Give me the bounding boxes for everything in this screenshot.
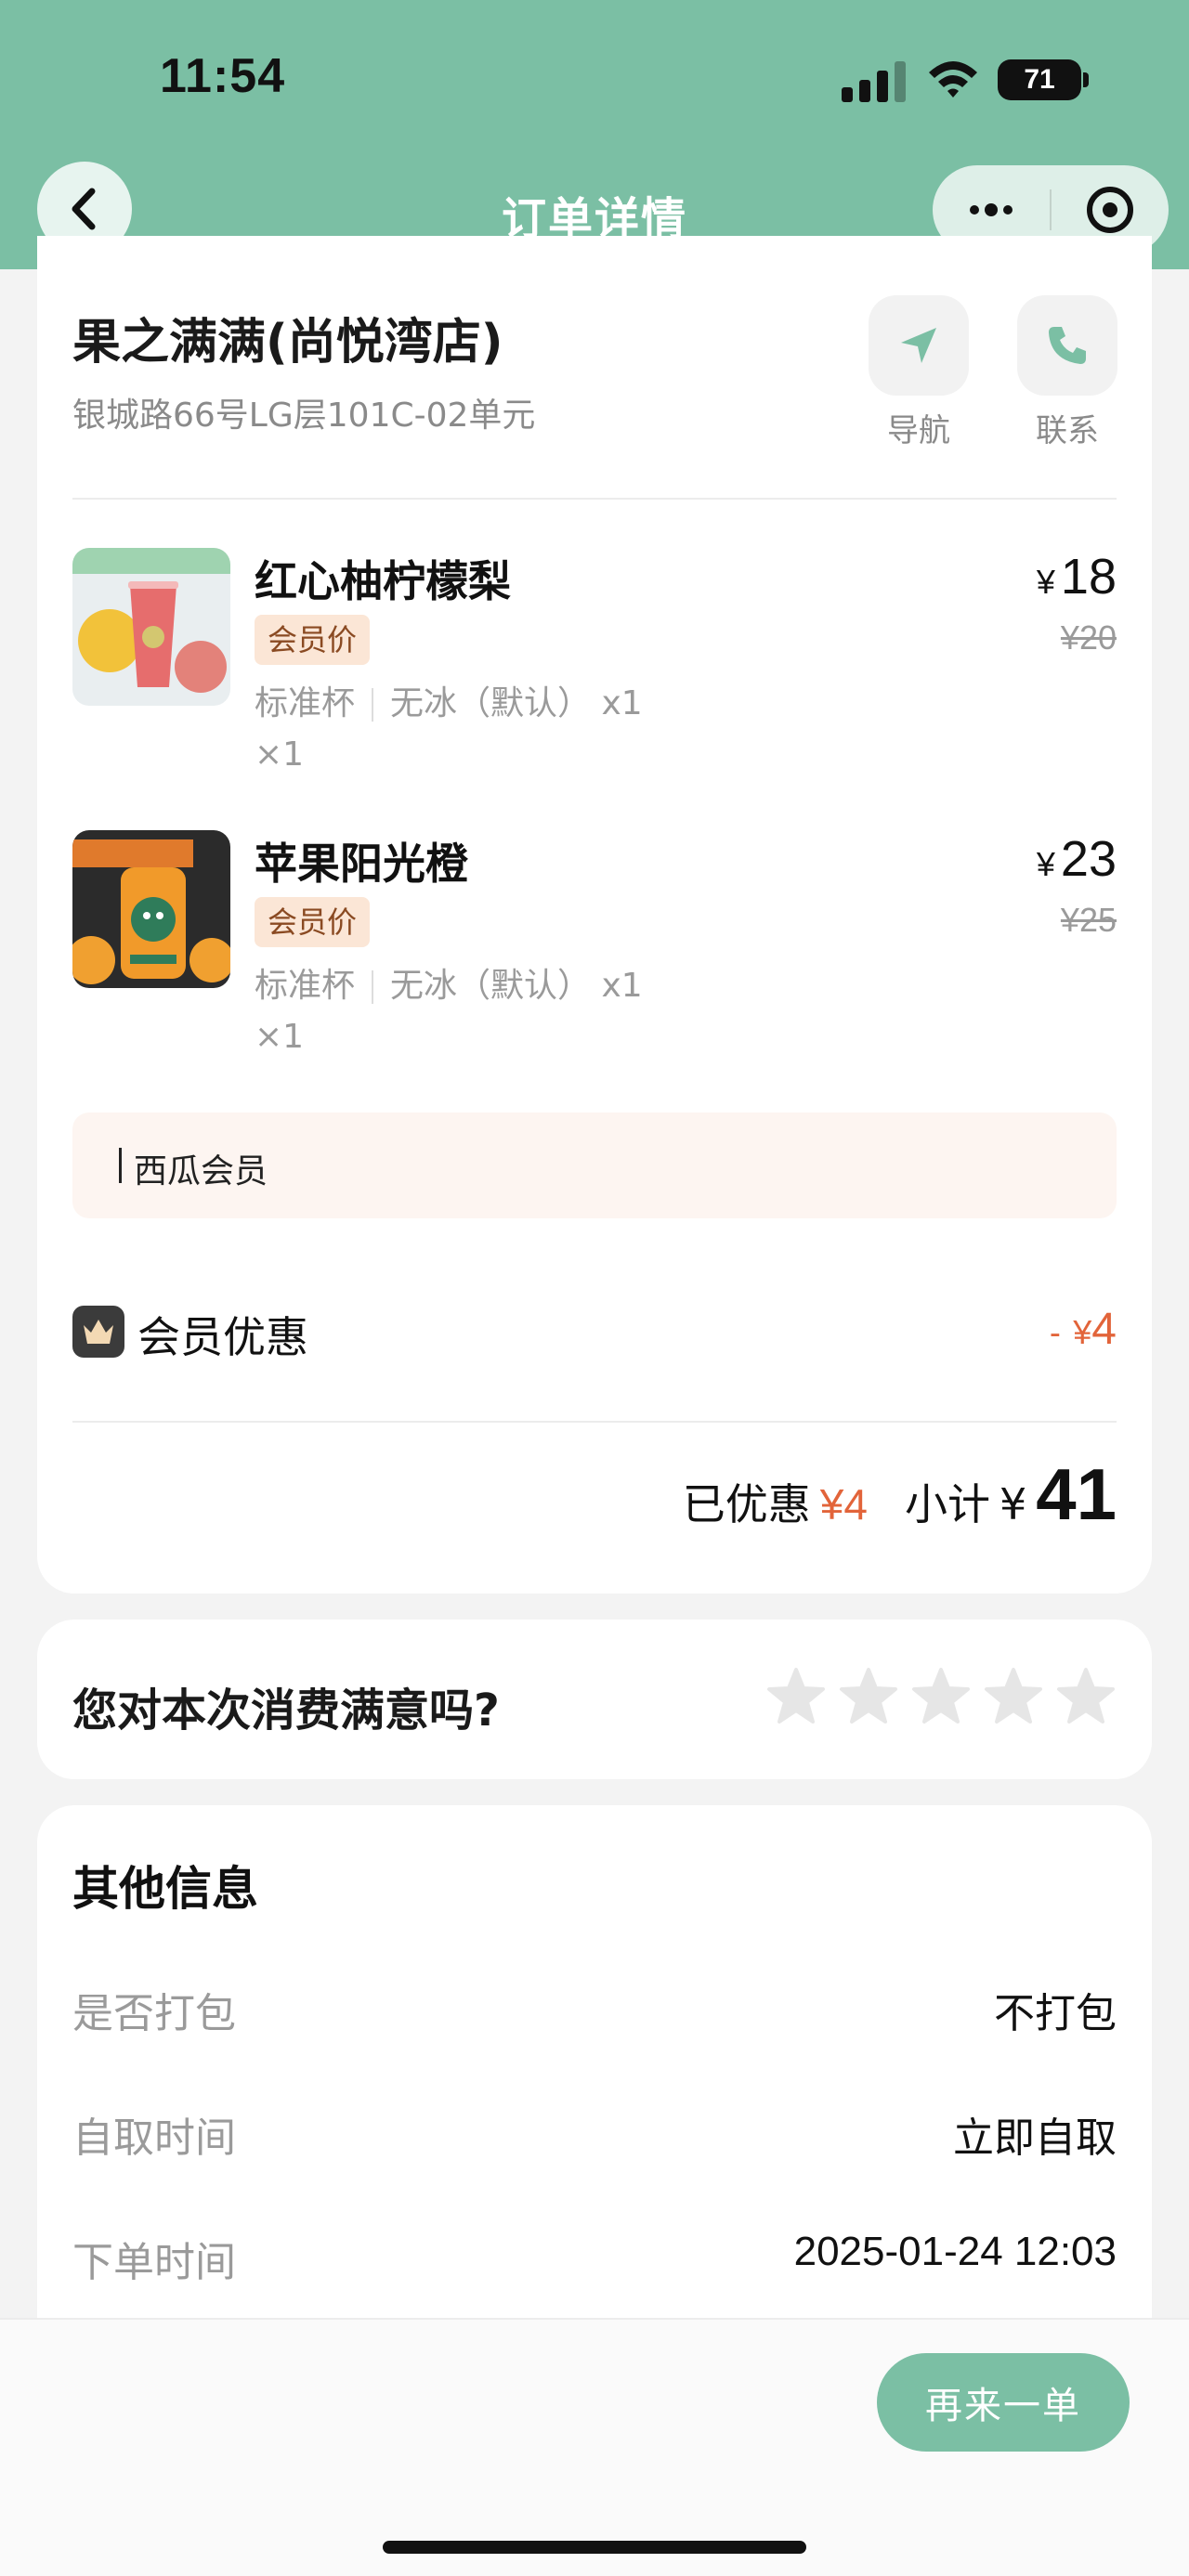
item-qty: ×1 <box>255 1018 305 1056</box>
info-value: 不打包 <box>994 1990 1117 2037</box>
product-image <box>72 548 230 706</box>
price-value: 18 <box>1060 549 1117 605</box>
info-row: 自取时间 立即自取 <box>72 2104 1117 2162</box>
home-indicator <box>383 2541 806 2554</box>
subtotal-value: 41 <box>1036 1453 1117 1535</box>
navigate-icon-wrap <box>869 295 969 396</box>
cellular-signal-icon <box>842 59 907 102</box>
info-value: 立即自取 <box>953 2114 1117 2162</box>
more-icon <box>970 203 1013 216</box>
contact-label: 联系 <box>1036 412 1099 449</box>
contact-button[interactable]: 联系 <box>1016 295 1118 450</box>
member-price-badge: 会员价 <box>255 615 371 665</box>
discount-sign: - <box>1049 1313 1061 1351</box>
membership-box: 西瓜会员 <box>72 1112 1117 1218</box>
info-key: 下单时间 <box>72 2239 236 2286</box>
info-row: 下单时间 2025-01-24 12:03 <box>72 2229 1117 2286</box>
item-spec: 标准杯 无冰（默认） x1 <box>255 676 643 724</box>
discount-value: - ¥4 <box>1050 1304 1117 1355</box>
store-address: 银城路66号LG层101C-02单元 <box>72 397 536 435</box>
star-icon[interactable] <box>765 1666 827 1727</box>
discount-currency: ¥ <box>1073 1313 1092 1351</box>
battery-icon: 71 <box>998 59 1081 100</box>
star-icon[interactable] <box>983 1666 1044 1727</box>
item-price: ¥18 <box>1037 548 1117 605</box>
spec-ice: 无冰（默认） x1 <box>390 967 643 1005</box>
contact-icon-wrap <box>1017 295 1117 396</box>
rating-question: 您对本次消费满意吗? <box>72 1685 500 1737</box>
star-icon[interactable] <box>910 1666 972 1727</box>
item-name: 苹果阳光橙 <box>255 839 468 889</box>
bottom-action-bar: 再来一单 <box>0 2318 1189 2576</box>
currency-symbol: ¥ <box>1036 845 1055 883</box>
order-item: 苹果阳光橙 会员价 标准杯 无冰（默认） x1 ×1 ¥23 ¥25 <box>72 830 1117 1072</box>
membership-marker <box>119 1148 122 1183</box>
member-price-badge: 会员价 <box>255 897 371 947</box>
status-time: 11:54 <box>160 49 286 103</box>
item-price: ¥23 <box>1037 830 1117 888</box>
item-name: 红心柚柠檬梨 <box>255 556 511 606</box>
spec-size: 标准杯 <box>255 967 356 1005</box>
order-summary: 已优惠 ¥4 小计 ¥ 41 <box>683 1452 1117 1537</box>
navigate-label: 导航 <box>887 412 950 449</box>
discount-label: 会员优惠 <box>137 1312 308 1362</box>
star-icon[interactable] <box>838 1666 899 1727</box>
item-spec: 标准杯 无冰（默认） x1 <box>255 958 643 1007</box>
section-title: 其他信息 <box>72 1862 258 1916</box>
rating-stars <box>765 1666 1117 1727</box>
order-item: 红心柚柠檬梨 会员价 标准杯 无冰（默认） x1 ×1 ¥18 ¥20 <box>72 548 1117 789</box>
header: 11:54 71 订单详情 <box>0 0 1189 269</box>
discount-amount: 4 <box>1091 1305 1117 1354</box>
divider <box>72 498 1117 500</box>
spec-ice: 无冰（默认） x1 <box>390 684 643 722</box>
product-image <box>72 830 230 988</box>
navigate-button[interactable]: 导航 <box>868 295 970 450</box>
subtotal-label: 小计 <box>904 1479 990 1529</box>
info-value: 2025-01-24 12:03 <box>793 2229 1117 2274</box>
info-key: 自取时间 <box>72 2114 236 2162</box>
divider <box>72 1421 1117 1423</box>
info-key: 是否打包 <box>72 1990 236 2037</box>
target-icon <box>1086 187 1133 233</box>
rating-card: 您对本次消费满意吗? <box>37 1620 1152 1779</box>
price-value: 23 <box>1060 831 1117 887</box>
original-price: ¥20 <box>1060 618 1117 657</box>
saved-label: 已优惠 <box>682 1479 811 1529</box>
spec-size: 标准杯 <box>255 684 356 722</box>
subtotal-currency: ¥ <box>999 1479 1027 1529</box>
item-qty: ×1 <box>255 735 305 774</box>
spec-divider <box>372 970 374 1004</box>
original-price: ¥25 <box>1060 901 1117 939</box>
membership-label: 西瓜会员 <box>134 1152 268 1190</box>
currency-symbol: ¥ <box>1036 563 1055 601</box>
store-name: 果之满满(尚悦湾店) <box>72 315 503 371</box>
order-card: 果之满满(尚悦湾店) 银城路66号LG层101C-02单元 导航 联系 红心柚柠… <box>37 236 1152 1594</box>
star-icon[interactable] <box>1055 1666 1117 1727</box>
saved-amount: ¥4 <box>819 1480 868 1529</box>
battery-nub <box>1083 72 1089 87</box>
info-row: 是否打包 不打包 <box>72 1980 1117 2037</box>
navigation-arrow-icon <box>901 328 936 363</box>
crown-icon <box>72 1306 124 1358</box>
reorder-button[interactable]: 再来一单 <box>877 2353 1130 2452</box>
phone-icon <box>1049 327 1086 364</box>
spec-divider <box>372 688 374 722</box>
wifi-icon <box>929 61 977 98</box>
